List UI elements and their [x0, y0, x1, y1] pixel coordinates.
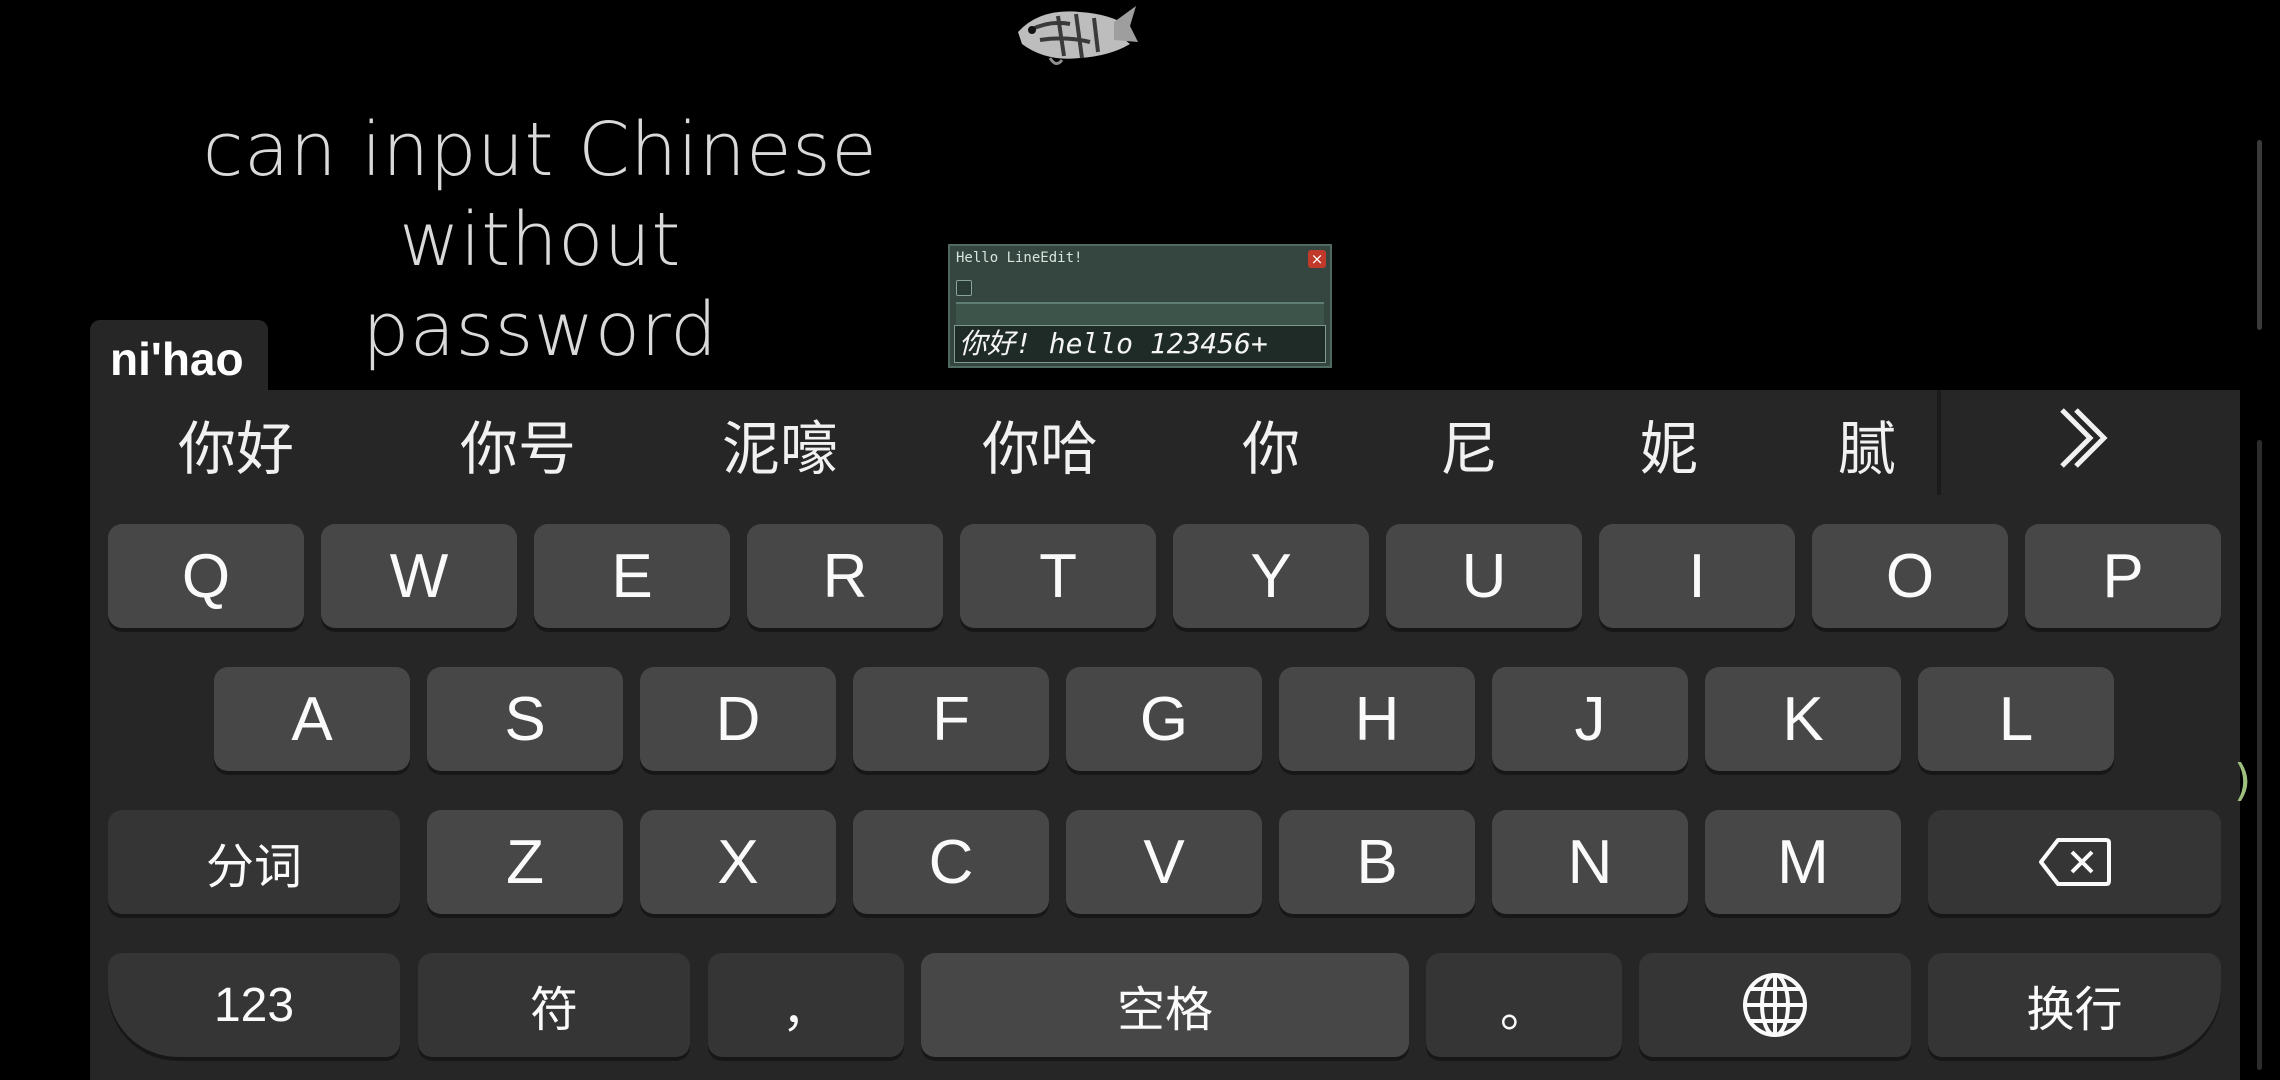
key-r[interactable]: R: [747, 524, 943, 628]
key-w[interactable]: W: [321, 524, 517, 628]
key-e[interactable]: E: [534, 524, 730, 628]
key-i[interactable]: I: [1599, 524, 1795, 628]
candidate-item[interactable]: 尼: [1440, 402, 1498, 486]
key-q[interactable]: Q: [108, 524, 304, 628]
globe-icon: [1743, 973, 1807, 1037]
candidate-item[interactable]: 你好: [178, 402, 294, 486]
close-icon[interactable]: ×: [1308, 250, 1326, 268]
space-key[interactable]: 空格: [921, 953, 1409, 1057]
symbols-key[interactable]: 符: [418, 953, 690, 1057]
double-chevron-right-icon[interactable]: [2052, 406, 2112, 470]
enter-key[interactable]: 换行: [1928, 953, 2221, 1057]
key-y[interactable]: Y: [1173, 524, 1369, 628]
key-j[interactable]: J: [1492, 667, 1688, 771]
key-c[interactable]: C: [853, 810, 1049, 914]
language-key[interactable]: [1639, 953, 1911, 1057]
segment-key[interactable]: 分词: [108, 810, 400, 914]
candidate-divider: [1937, 390, 1941, 495]
soft-keyboard: 你好 你号 泥嚎 你哈 你 尼 妮 腻 Q W E R T Y U I O P …: [90, 390, 2240, 1080]
key-k[interactable]: K: [1705, 667, 1901, 771]
key-l[interactable]: L: [1918, 667, 2114, 771]
key-a[interactable]: A: [214, 667, 410, 771]
key-g[interactable]: G: [1066, 667, 1262, 771]
pinyin-text: ni'hao: [110, 333, 244, 385]
key-x[interactable]: X: [640, 810, 836, 914]
scrollbar-bottom[interactable]: [2257, 440, 2262, 1070]
key-t[interactable]: T: [960, 524, 1156, 628]
key-f[interactable]: F: [853, 667, 1049, 771]
dialog-checkbox[interactable]: [956, 280, 972, 296]
candidate-item[interactable]: 你: [1242, 402, 1300, 486]
key-h[interactable]: H: [1279, 667, 1475, 771]
key-o[interactable]: O: [1812, 524, 2008, 628]
candidate-bar: 你好 你号 泥嚎 你哈 你 尼 妮 腻: [90, 390, 2240, 510]
candidate-item[interactable]: 泥嚎: [722, 402, 838, 486]
edge-bracket-glyph: ): [2234, 755, 2252, 806]
key-d[interactable]: D: [640, 667, 836, 771]
candidate-item[interactable]: 妮: [1640, 402, 1698, 486]
headline-line-1: can input Chinese without: [202, 107, 878, 283]
key-z[interactable]: Z: [427, 810, 623, 914]
period-key[interactable]: 。: [1426, 953, 1622, 1057]
scrollbar-top[interactable]: [2257, 140, 2262, 330]
dialog-title: Hello LineEdit!: [956, 250, 1083, 266]
fish-icon: [1018, 6, 1138, 65]
key-n[interactable]: N: [1492, 810, 1688, 914]
backspace-key[interactable]: [1928, 810, 2221, 914]
line-edit-dialog: Hello LineEdit! × 你好! hello 123456+: [948, 244, 1332, 368]
candidate-item[interactable]: 腻: [1838, 402, 1896, 486]
key-b[interactable]: B: [1279, 810, 1475, 914]
numbers-key[interactable]: 123: [108, 953, 400, 1057]
key-s[interactable]: S: [427, 667, 623, 771]
key-u[interactable]: U: [1386, 524, 1582, 628]
backspace-icon: [2038, 838, 2111, 886]
comma-key[interactable]: ，: [708, 953, 904, 1057]
key-v[interactable]: V: [1066, 810, 1262, 914]
candidate-item[interactable]: 你号: [460, 402, 576, 486]
pinyin-composition-tab: ni'hao: [90, 320, 268, 392]
key-p[interactable]: P: [2025, 524, 2221, 628]
candidate-item[interactable]: 你哈: [982, 402, 1098, 486]
line-edit-input[interactable]: 你好! hello 123456+: [954, 325, 1326, 363]
key-m[interactable]: M: [1705, 810, 1901, 914]
